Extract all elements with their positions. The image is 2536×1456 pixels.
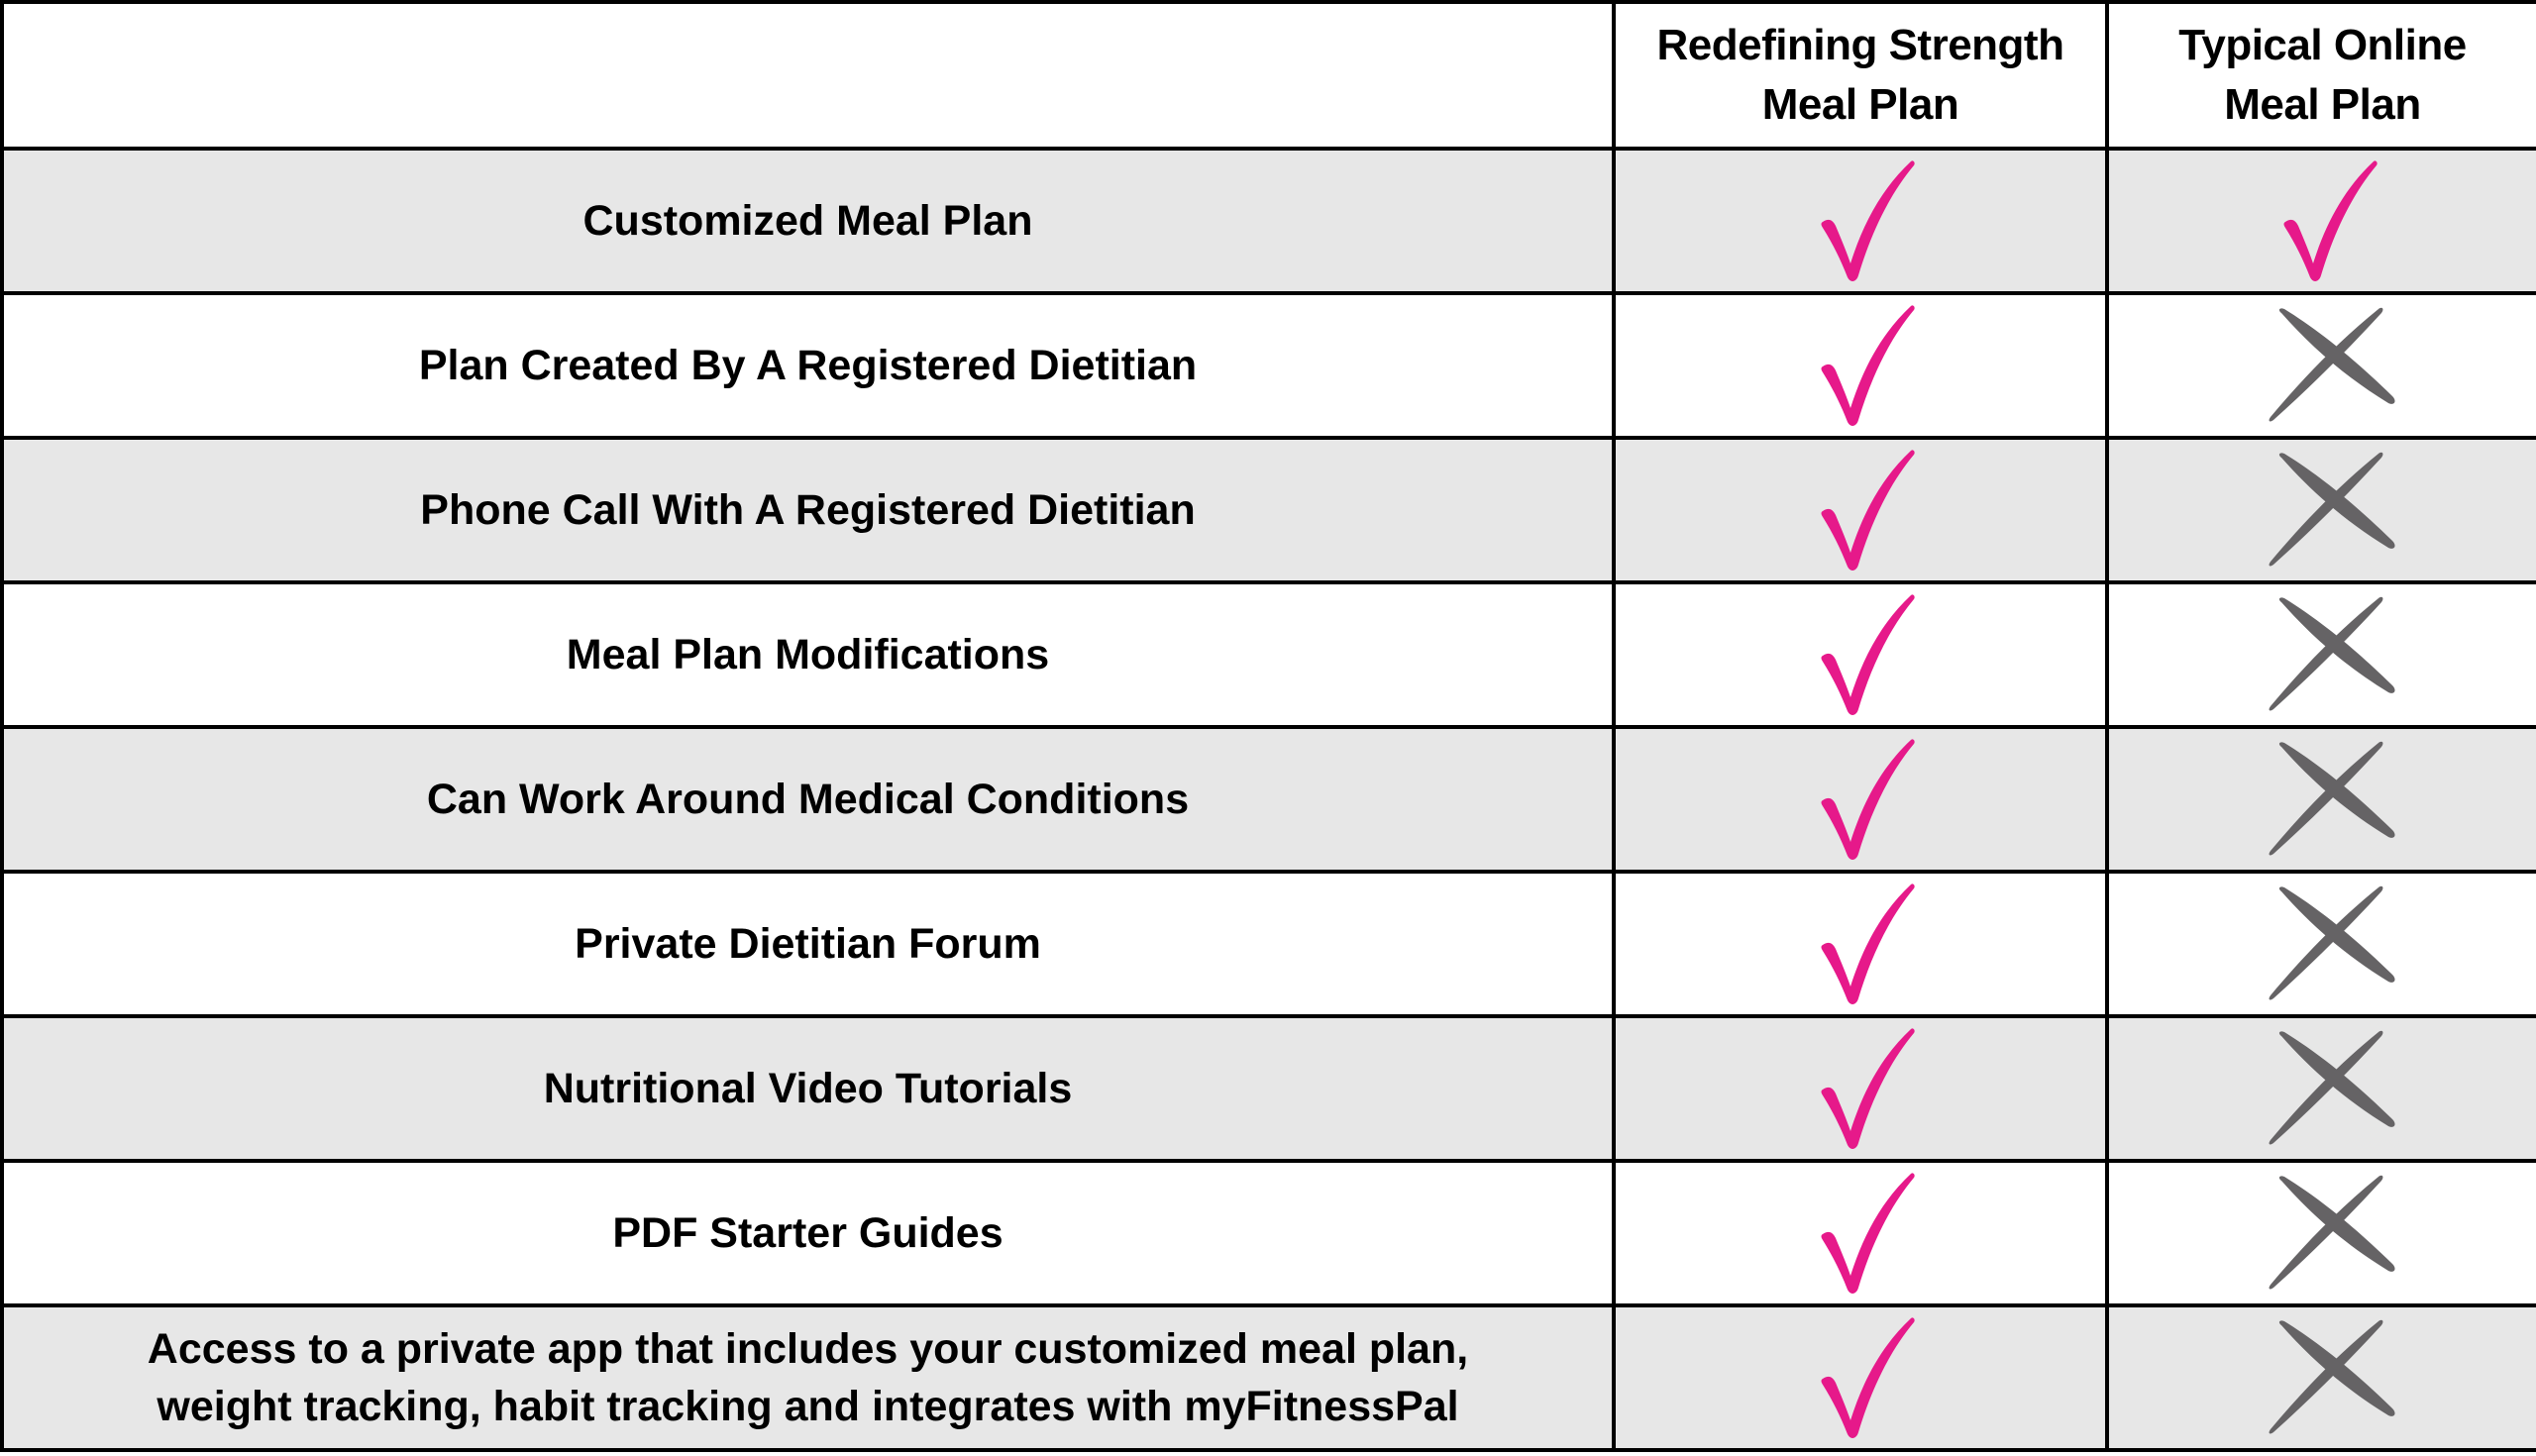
table-row: PDF Starter Guides — [0, 1159, 2536, 1307]
typical-online-cell — [2105, 1014, 2536, 1163]
cross-icon — [2269, 596, 2395, 711]
check-icon — [1821, 1317, 1915, 1438]
redefining-strength-cell — [1612, 436, 2109, 584]
typical-online-cell — [2105, 1303, 2536, 1452]
check-icon — [1821, 884, 1915, 1004]
check-icon — [2283, 160, 2378, 281]
feature-cell: Nutritional Video Tutorials — [0, 1014, 1616, 1163]
table-row: Phone Call With A Registered Dietitian — [0, 436, 2536, 584]
table-row: Plan Created By A Registered Dietitian — [0, 291, 2536, 440]
redefining-strength-header: Redefining Strength Meal Plan — [1612, 0, 2109, 151]
feature-cell: Private Dietitian Forum — [0, 870, 1616, 1018]
redefining-strength-cell — [1612, 870, 2109, 1018]
typical-online-cell — [2105, 436, 2536, 584]
feature-header — [0, 0, 1616, 151]
cross-icon — [2269, 1319, 2395, 1434]
table-row: Customized Meal Plan — [0, 147, 2536, 295]
comparison-table: Redefining Strength Meal Plan Typical On… — [0, 0, 2536, 1452]
check-icon — [1821, 450, 1915, 571]
typical-online-cell — [2105, 147, 2536, 295]
redefining-strength-cell — [1612, 1159, 2109, 1307]
typical-online-header-line1: Typical Online — [2178, 21, 2467, 69]
feature-text-line1: Access to a private app that includes yo… — [147, 1325, 1469, 1373]
cross-icon — [2269, 885, 2395, 1000]
cross-icon — [2269, 1175, 2395, 1290]
feature-text-line2: weight tracking, habit tracking and inte… — [157, 1383, 1459, 1430]
table-row: Nutritional Video Tutorials — [0, 1014, 2536, 1163]
feature-cell: Meal Plan Modifications — [0, 580, 1616, 729]
check-icon — [1821, 305, 1915, 426]
table-row: Private Dietitian Forum — [0, 870, 2536, 1018]
redefining-strength-cell — [1612, 1014, 2109, 1163]
check-icon — [1821, 594, 1915, 715]
redefining-strength-header-line1: Redefining Strength — [1656, 21, 2064, 69]
redefining-strength-cell — [1612, 147, 2109, 295]
check-icon — [1821, 1028, 1915, 1149]
check-icon — [1821, 1173, 1915, 1294]
typical-online-cell — [2105, 870, 2536, 1018]
typical-online-cell — [2105, 725, 2536, 874]
feature-cell: PDF Starter Guides — [0, 1159, 1616, 1307]
table-row: Can Work Around Medical Conditions — [0, 725, 2536, 874]
header-row: Redefining Strength Meal Plan Typical On… — [0, 0, 2536, 151]
feature-cell: Plan Created By A Registered Dietitian — [0, 291, 1616, 440]
feature-cell: Customized Meal Plan — [0, 147, 1616, 295]
redefining-strength-cell — [1612, 1303, 2109, 1452]
typical-online-cell — [2105, 1159, 2536, 1307]
typical-online-header-line2: Meal Plan — [2224, 80, 2421, 129]
table-row: Meal Plan Modifications — [0, 580, 2536, 729]
redefining-strength-cell — [1612, 725, 2109, 874]
check-icon — [1821, 160, 1915, 281]
table-row: Access to a private app that includes yo… — [0, 1303, 2536, 1452]
cross-icon — [2269, 307, 2395, 422]
redefining-strength-cell — [1612, 580, 2109, 729]
cross-icon — [2269, 741, 2395, 856]
typical-online-cell — [2105, 291, 2536, 440]
typical-online-header: Typical Online Meal Plan — [2105, 0, 2536, 151]
cross-icon — [2269, 1030, 2395, 1145]
feature-cell: Access to a private app that includes yo… — [0, 1303, 1616, 1452]
feature-cell: Phone Call With A Registered Dietitian — [0, 436, 1616, 584]
redefining-strength-cell — [1612, 291, 2109, 440]
redefining-strength-header-line2: Meal Plan — [1761, 80, 1959, 129]
check-icon — [1821, 739, 1915, 860]
feature-cell: Can Work Around Medical Conditions — [0, 725, 1616, 874]
cross-icon — [2269, 452, 2395, 567]
typical-online-cell — [2105, 580, 2536, 729]
